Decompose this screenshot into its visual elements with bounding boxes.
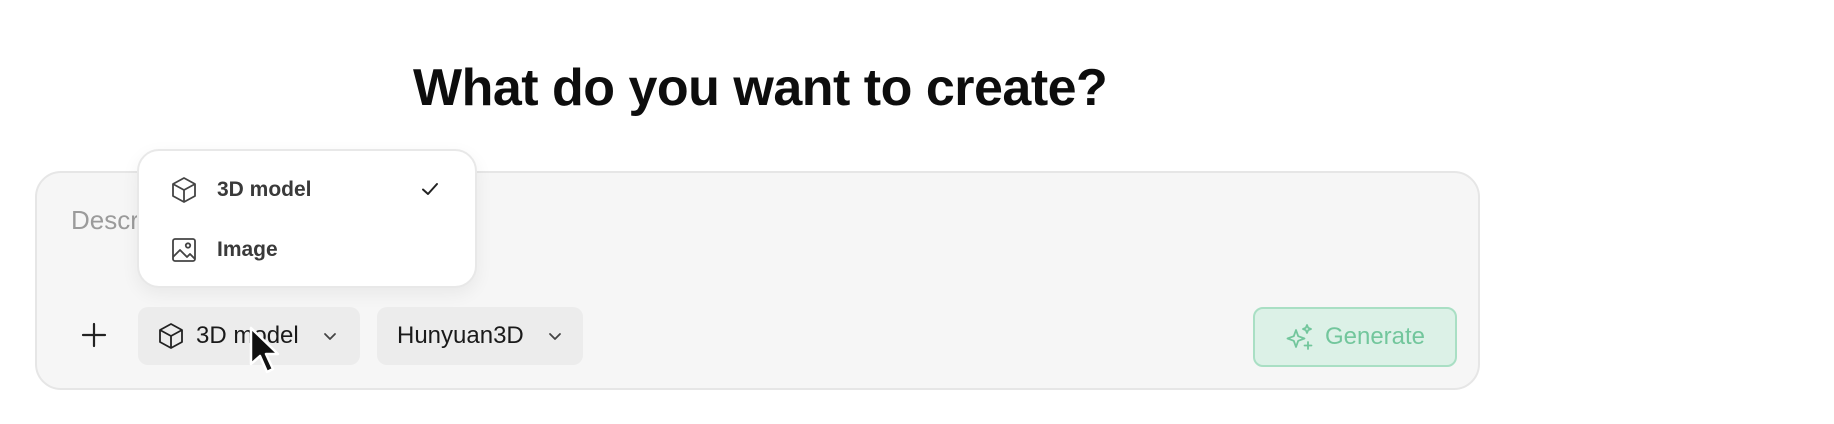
cube-icon <box>159 323 183 349</box>
page-title: What do you want to create? <box>413 59 1108 117</box>
mode-dropdown-menu: 3D model Image <box>137 149 477 288</box>
model-selector-label: Hunyuan3D <box>397 322 524 349</box>
model-selector[interactable]: Hunyuan3D <box>377 307 583 365</box>
menu-item-image[interactable]: Image <box>139 224 475 276</box>
mouse-pointer-icon <box>249 326 280 374</box>
plus-icon <box>81 322 107 348</box>
generate-button[interactable]: Generate <box>1253 307 1457 367</box>
add-attachment-button[interactable] <box>69 307 119 363</box>
menu-item-3d-model[interactable]: 3D model <box>139 164 475 216</box>
check-icon <box>422 183 438 195</box>
menu-item-label: 3D model <box>217 178 312 201</box>
chevron-down-icon <box>548 333 561 340</box>
cube-icon <box>172 177 196 203</box>
menu-item-label: Image <box>217 238 278 261</box>
image-icon <box>172 238 196 262</box>
generate-label: Generate <box>1324 323 1426 350</box>
sparkle-icon <box>1286 324 1313 350</box>
chevron-down-icon <box>323 333 336 340</box>
